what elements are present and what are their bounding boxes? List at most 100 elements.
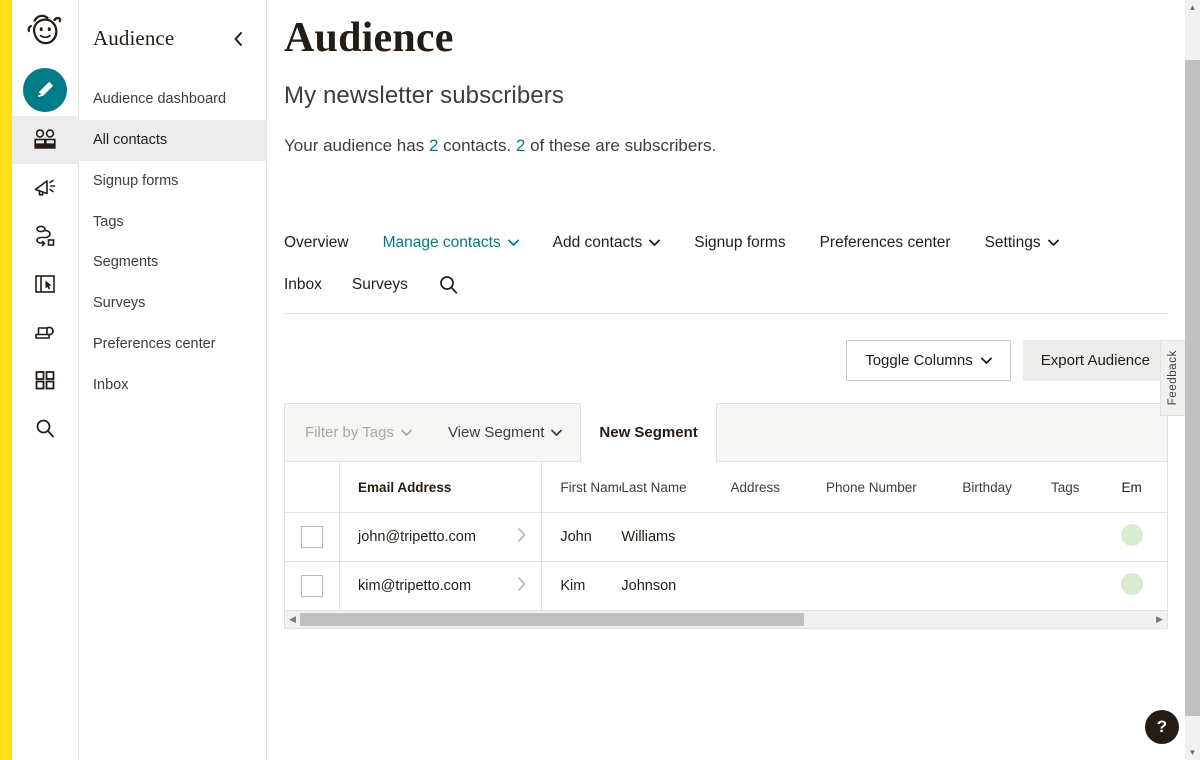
table-horizontal-scrollbar[interactable]: ◀ ▶	[284, 610, 1168, 629]
feedback-label: Feedback	[1167, 350, 1179, 406]
column-address[interactable]: Address	[730, 462, 826, 513]
feedback-tab[interactable]: Feedback	[1160, 340, 1185, 416]
tab-manage-contacts-label: Manage contacts	[382, 234, 501, 252]
cell-phone	[825, 561, 963, 611]
contacts-table-container: Filter by Tags View Segment New Segment	[284, 403, 1168, 611]
scroll-thumb[interactable]	[300, 613, 804, 627]
sidebar-item-tags[interactable]: Tags	[79, 202, 266, 243]
cell-last-name: Johnson	[621, 561, 731, 611]
section-tabs: Overview Manage contacts Add contacts Si…	[284, 234, 1185, 252]
scroll-up-arrow-icon[interactable]: ▲	[1185, 0, 1200, 15]
nav-panel-title: Audience	[93, 26, 175, 50]
scroll-down-arrow-icon[interactable]: ▼	[1185, 745, 1200, 760]
sidebar-item-signup-forms[interactable]: Signup forms	[79, 161, 266, 202]
view-segment-dropdown[interactable]: View Segment	[430, 403, 582, 462]
sidebar-item-preferences-center[interactable]: Preferences center	[79, 324, 266, 365]
vertical-scroll-thumb[interactable]	[1185, 60, 1200, 716]
row-expand-chevron-icon[interactable]	[517, 527, 527, 546]
audience-summary: Your audience has 2 contacts. 2 of these…	[284, 136, 1185, 156]
table-row[interactable]: kim@tripetto.com Kim Johnson	[285, 561, 1167, 611]
tab-add-contacts-label: Add contacts	[552, 234, 643, 252]
tab-manage-contacts[interactable]: Manage contacts	[383, 234, 519, 252]
chevron-down-icon	[401, 429, 412, 436]
column-first-name[interactable]: First Name	[541, 462, 622, 513]
status-badge	[1121, 523, 1144, 546]
rail-item-search[interactable]	[12, 404, 79, 452]
scroll-track[interactable]	[300, 612, 1152, 627]
rail-item-automations[interactable]	[12, 212, 79, 260]
new-segment-button[interactable]: New Segment	[581, 403, 717, 463]
cell-email: kim@tripetto.com	[339, 561, 543, 611]
audience-name: My newsletter subscribers	[284, 82, 564, 110]
browser-vertical-scrollbar[interactable]: ▲ ▼	[1185, 0, 1200, 760]
chevron-down-icon	[1047, 239, 1059, 247]
tab-overview[interactable]: Overview	[284, 234, 349, 252]
cell-first-name: Kim	[541, 561, 622, 611]
sidebar-item-surveys[interactable]: Surveys	[79, 283, 266, 324]
scroll-right-arrow-icon[interactable]: ▶	[1152, 614, 1167, 625]
rail-item-audience[interactable]	[11, 116, 79, 164]
email-value: john@tripetto.com	[358, 528, 476, 545]
toggle-columns-label: Toggle Columns	[865, 352, 973, 370]
sidebar-item-segments[interactable]: Segments	[79, 242, 266, 283]
cell-birthday	[962, 561, 1052, 611]
contacts-table: Email Address First Name Last Name Addre…	[285, 462, 1167, 611]
contacts-table-header: Email Address First Name Last Name Addre…	[285, 462, 1167, 513]
subtab-search-button[interactable]	[438, 274, 459, 295]
chevron-down-icon	[980, 357, 992, 364]
mailchimp-audience-page: Audience Audience dashboard All contacts…	[0, 0, 1200, 760]
column-tags[interactable]: Tags	[1051, 462, 1122, 513]
summary-middle: contacts.	[438, 136, 516, 156]
column-birthday[interactable]: Birthday	[962, 462, 1052, 513]
column-email-marketing-truncated[interactable]: Em	[1121, 462, 1167, 513]
tab-add-contacts[interactable]: Add contacts	[553, 234, 661, 252]
row-checkbox[interactable]	[301, 574, 324, 597]
collapse-sidebar-button[interactable]	[232, 31, 244, 47]
tab-settings[interactable]: Settings	[985, 234, 1059, 252]
toggle-columns-button[interactable]: Toggle Columns	[846, 340, 1011, 382]
sidebar-item-inbox[interactable]: Inbox	[79, 365, 266, 406]
table-header-row: Email Address First Name Last Name Addre…	[285, 462, 1167, 513]
scroll-left-arrow-icon[interactable]: ◀	[285, 614, 300, 625]
pencil-icon	[38, 81, 54, 97]
table-row[interactable]: john@tripetto.com John Williams	[285, 512, 1167, 562]
tab-preferences-center-label: Preferences center	[819, 234, 951, 252]
column-phone-number[interactable]: Phone Number	[825, 462, 963, 513]
search-icon	[440, 276, 458, 295]
create-button[interactable]	[23, 68, 67, 112]
help-button[interactable]: ?	[1145, 710, 1179, 744]
cell-tags	[1051, 561, 1122, 611]
cell-email: john@tripetto.com	[339, 512, 543, 562]
nav-item-list: Audience dashboard All contacts Signup f…	[79, 79, 266, 406]
tab-overview-label: Overview	[284, 234, 349, 252]
campaigns-megaphone-icon	[34, 179, 56, 196]
subtab-surveys[interactable]: Surveys	[352, 276, 408, 294]
table-action-buttons: Toggle Columns Export Audience	[284, 340, 1168, 382]
contacts-table-body: john@tripetto.com John Williams kim@trip…	[285, 512, 1167, 611]
summary-suffix: of these are subscribers.	[525, 136, 717, 156]
sidebar-item-audience-dashboard[interactable]: Audience dashboard	[79, 79, 266, 120]
subtab-inbox[interactable]: Inbox	[284, 276, 322, 294]
row-expand-chevron-icon[interactable]	[517, 576, 527, 595]
row-checkbox[interactable]	[301, 525, 324, 548]
column-last-name[interactable]: Last Name	[621, 462, 731, 513]
rail-item-campaigns[interactable]	[12, 164, 79, 212]
subscribers-count: 2	[515, 136, 526, 156]
export-audience-button[interactable]: Export Audience	[1022, 340, 1168, 382]
audience-nav-panel: Audience Audience dashboard All contacts…	[79, 0, 267, 760]
search-icon	[36, 419, 54, 438]
tab-signup-forms[interactable]: Signup forms	[694, 234, 785, 252]
tab-signup-forms-label: Signup forms	[694, 234, 786, 252]
column-email-address[interactable]: Email Address	[339, 462, 543, 513]
export-audience-label: Export Audience	[1040, 352, 1150, 370]
filter-by-tags-dropdown[interactable]: Filter by Tags	[285, 404, 430, 462]
mailchimp-freddie-logo[interactable]	[22, 10, 68, 56]
cell-phone	[825, 512, 963, 562]
audience-icon	[34, 129, 56, 149]
sidebar-item-all-contacts[interactable]: All contacts	[79, 119, 266, 161]
rail-item-integrations[interactable]	[12, 356, 79, 404]
tab-preferences-center[interactable]: Preferences center	[820, 234, 951, 252]
rail-item-website[interactable]	[12, 260, 79, 308]
page-title: Audience	[284, 15, 454, 61]
rail-item-content-studio[interactable]	[12, 308, 79, 356]
